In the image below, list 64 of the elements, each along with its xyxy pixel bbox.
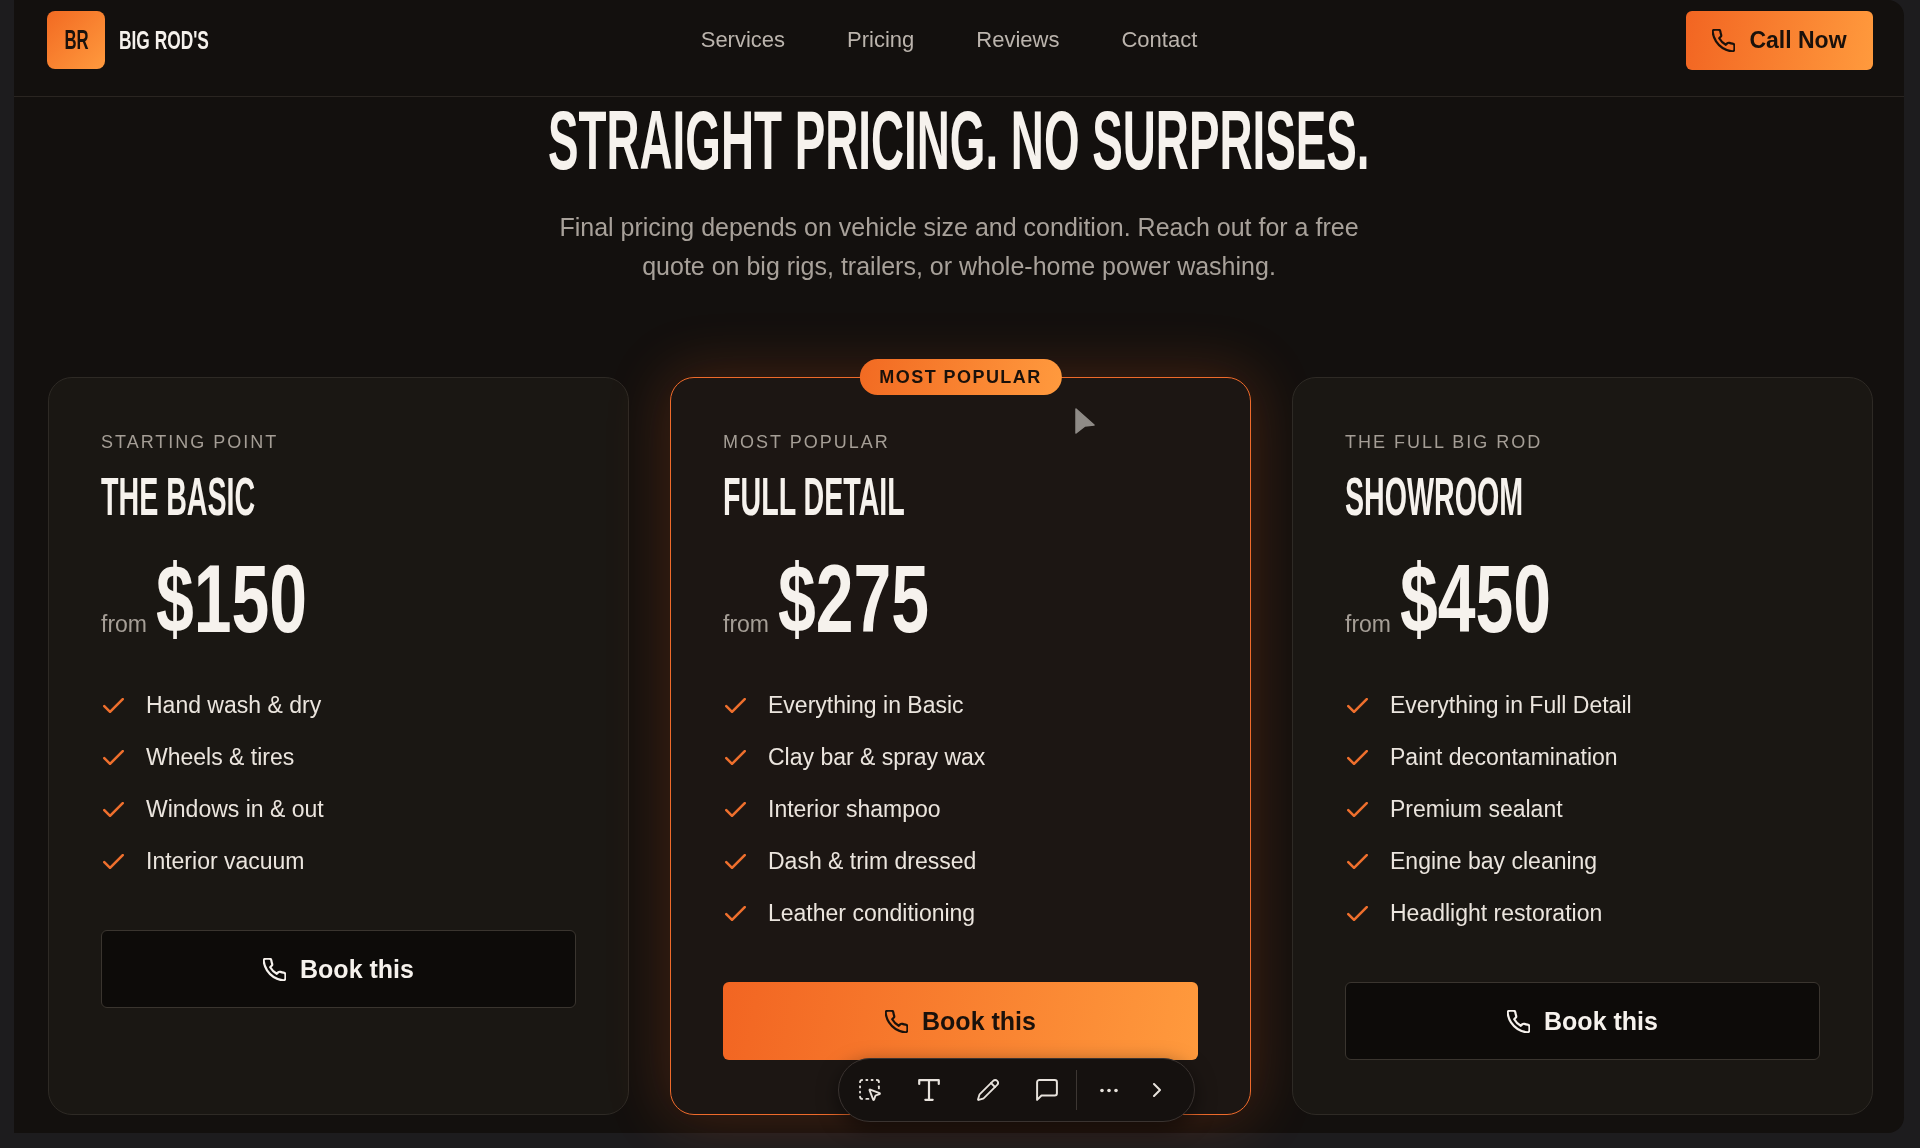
plan-tagline: MOST POPULAR [723,431,890,453]
feature-text: Leather conditioning [768,899,976,928]
check-icon [1347,697,1368,713]
feature-text: Dash & trim dressed [768,847,977,876]
feature-text: Hand wash & dry [146,691,322,720]
price-amount: $150 [156,550,308,647]
book-button[interactable]: Book this [1345,982,1820,1060]
check-icon [725,697,746,713]
chevron-right-icon[interactable] [1153,1083,1161,1097]
feature-text: Everything in Basic [768,691,964,720]
feature-text: Interior vacuum [146,847,305,876]
check-icon [1347,801,1368,817]
plan-name: THE BASIC [101,469,256,523]
check-icon [103,697,124,713]
feature-text: Paint decontamination [1390,743,1618,772]
page-title: STRAIGHT PRICING. NO SURPRISES. [548,98,1370,182]
check-icon [725,801,746,817]
check-icon [103,749,124,765]
price-amount: $450 [1400,550,1552,647]
speech-bubble-icon[interactable] [1036,1079,1058,1101]
more-icon[interactable] [1099,1087,1119,1093]
feature-text: Interior shampoo [768,795,941,824]
feature-text: Premium sealant [1390,795,1563,824]
check-icon [725,853,746,869]
pencil-icon[interactable] [977,1079,999,1101]
feature-text: Wheels & tires [146,743,295,772]
logo-mark[interactable]: BR [47,11,105,69]
price-prefix: from [723,611,769,638]
price-prefix: from [1345,611,1391,638]
price-amount: $275 [778,550,930,647]
nav-link[interactable]: Pricing [847,11,915,69]
phone-icon [885,1009,909,1033]
price-prefix: from [101,611,147,638]
feature-text: Headlight restoration [1390,899,1603,928]
nav-link[interactable]: Services [700,11,786,69]
brand-name[interactable]: BIG ROD'S [119,25,209,55]
call-now-button[interactable]: Call Now [1686,11,1873,70]
phone-icon [1712,29,1736,52]
nav-link[interactable]: Contact [1121,11,1198,69]
feature-text: Everything in Full Detail [1390,691,1632,720]
check-icon [725,905,746,921]
nav-link[interactable]: Reviews [976,11,1060,69]
check-icon [1347,853,1368,869]
plan-name: SHOWROOM [1345,469,1524,523]
feature-text: Windows in & out [146,795,324,824]
selection-icon[interactable] [859,1079,881,1101]
text-tool-icon[interactable] [918,1079,940,1101]
check-icon [1347,905,1368,921]
check-icon [103,853,124,869]
phone-icon [1507,1009,1531,1033]
check-icon [725,749,746,765]
plan-tagline: STARTING POINT [101,431,279,453]
book-button[interactable]: Book this [723,982,1198,1060]
plan-tagline: THE FULL BIG ROD [1345,431,1543,453]
feature-text: Engine bay cleaning [1390,847,1598,876]
popular-badge: MOST POPULAR [859,359,1062,395]
check-icon [103,801,124,817]
book-button[interactable]: Book this [101,930,576,1008]
page-subtitle: Final pricing depends on vehicle size and condition. Reach out for a free quote on big rigs, trailers, or whole-home power washing. [558,212,1360,282]
plan-name: FULL DETAIL [723,469,905,523]
cursor-icon [1075,408,1095,434]
phone-icon [263,957,287,981]
check-icon [1347,749,1368,765]
feature-text: Clay bar & spray wax [768,743,986,772]
